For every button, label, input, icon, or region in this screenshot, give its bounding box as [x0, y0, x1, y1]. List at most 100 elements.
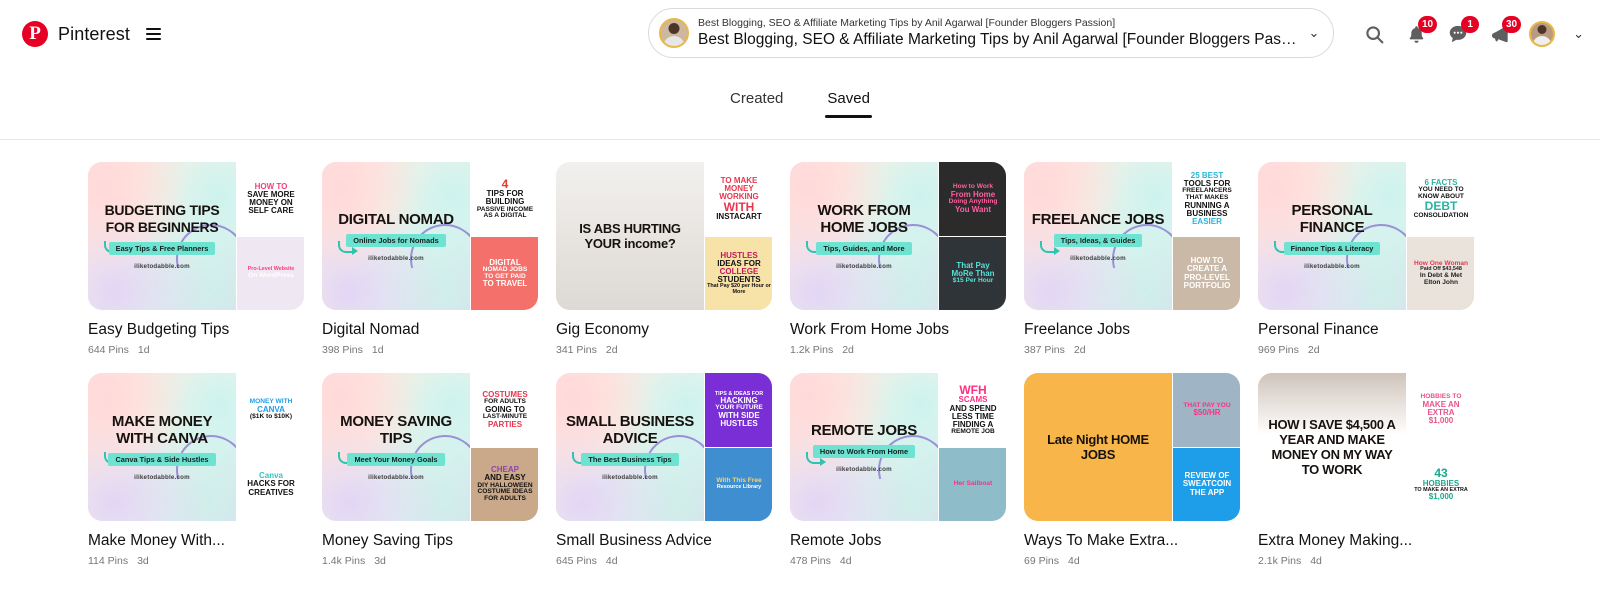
board-title[interactable]: Extra Money Making...	[1258, 532, 1474, 550]
board-title[interactable]: Digital Nomad	[322, 321, 538, 339]
board-meta: 645 Pins4d	[556, 555, 772, 567]
board-title[interactable]: Ways To Make Extra...	[1024, 532, 1240, 550]
thumb-text-line: $1,000	[1429, 417, 1453, 425]
brand-block[interactable]: P Pinterest	[22, 21, 161, 47]
megaphone-badge: 30	[1502, 16, 1521, 33]
board-title[interactable]: Gig Economy	[556, 321, 772, 339]
cover-subhead: Finance Tips & Literacy	[1284, 242, 1381, 255]
pinterest-logo-icon[interactable]: P	[22, 21, 48, 47]
board-title[interactable]: Small Business Advice	[556, 532, 772, 550]
board-cover-main-image: IS ABS HURTING YOUR income?	[556, 162, 704, 310]
board-cover-thumb: HUSTLESIDEAS FORCOLLEGESTUDENTSThat Pay …	[705, 236, 772, 310]
board-pin-count: 398 Pins	[322, 344, 363, 356]
board-cover[interactable]: REMOTE JOBSHow to Work From Homeiliketod…	[790, 373, 1006, 521]
board-title[interactable]: Freelance Jobs	[1024, 321, 1240, 339]
thumb-text-line: Resource Library	[717, 485, 761, 491]
board-cover-thumb: 6 FACTSYOU NEED TOKNOW ABOUTDEBTCONSOLID…	[1407, 162, 1474, 236]
board-meta: 644 Pins1d	[88, 344, 304, 356]
board-cover-thumb: 43HOBBIESTO MAKE AN EXTRA$1,000	[1407, 447, 1474, 521]
board-cover-thumb: REVIEW OFSWEATCOINTHE APP	[1173, 447, 1240, 521]
board-cover[interactable]: PERSONAL FINANCEFinance Tips & Literacyi…	[1258, 162, 1474, 310]
board-updated: 2d	[1074, 344, 1086, 356]
board-card[interactable]: MAKE MONEY WITH CANVACanva Tips & Side H…	[88, 373, 304, 567]
board-card[interactable]: HOW I SAVE $4,500 A YEAR AND MAKE MONEY …	[1258, 373, 1474, 567]
cover-site-label: iliketodabble.com	[836, 263, 892, 270]
board-cover[interactable]: FREELANCE JOBSTips, Ideas, & Guidesilike…	[1024, 162, 1240, 310]
board-card[interactable]: MONEY SAVING TIPSMeet Your Money Goalsil…	[322, 373, 538, 567]
board-card[interactable]: Late Night HOME JOBSTHAT PAY YOU$50/HRRE…	[1024, 373, 1240, 567]
board-cover[interactable]: MAKE MONEY WITH CANVACanva Tips & Side H…	[88, 373, 304, 521]
chevron-down-icon[interactable]: ⌄	[1303, 25, 1325, 41]
board-pin-count: 1.4k Pins	[322, 555, 365, 567]
board-cover[interactable]: IS ABS HURTING YOUR income?TO MAKEMONEYW…	[556, 162, 772, 310]
board-pin-count: 387 Pins	[1024, 344, 1065, 356]
thumb-text-line: PARTIES	[488, 421, 522, 429]
thumb-text-line: INSTACART	[716, 213, 762, 221]
hamburger-icon[interactable]	[146, 28, 161, 41]
board-cover[interactable]: HOW I SAVE $4,500 A YEAR AND MAKE MONEY …	[1258, 373, 1474, 521]
board-card[interactable]: WORK FROM HOME JOBSTips, Guides, and Mor…	[790, 162, 1006, 356]
avatar[interactable]	[1529, 21, 1555, 47]
board-card[interactable]: BUDGETING TIPS FOR BEGINNERSEasy Tips & …	[88, 162, 304, 356]
bell-icon[interactable]: 10	[1403, 21, 1429, 47]
board-cover-thumbs: 6 FACTSYOU NEED TOKNOW ABOUTDEBTCONSOLID…	[1406, 162, 1474, 310]
thumb-text-line: $50/HR	[1193, 409, 1220, 417]
board-cover-main-image: PERSONAL FINANCEFinance Tips & Literacyi…	[1258, 162, 1406, 310]
thumb-text-line: You Want	[955, 206, 991, 214]
search-icon[interactable]	[1361, 21, 1387, 47]
board-card[interactable]: REMOTE JOBSHow to Work From Homeiliketod…	[790, 373, 1006, 567]
board-card[interactable]: IS ABS HURTING YOUR income?TO MAKEMONEYW…	[556, 162, 772, 356]
board-card[interactable]: PERSONAL FINANCEFinance Tips & Literacyi…	[1258, 162, 1474, 356]
board-cover-main-image: MONEY SAVING TIPSMeet Your Money Goalsil…	[322, 373, 470, 521]
board-card[interactable]: DIGITAL NOMADOnline Jobs for Nomadsilike…	[322, 162, 538, 356]
board-cover-thumb: THAT PAY YOU$50/HR	[1173, 373, 1240, 447]
cover-subhead: Meet Your Money Goals	[347, 453, 444, 466]
cover-site-label: iliketodabble.com	[368, 255, 424, 262]
cover-headline: SMALL BUSINESS ADVICE	[556, 413, 704, 447]
board-cover-thumb: With This FreeResource Library	[705, 447, 772, 521]
cover-subhead: How to Work From Home	[813, 445, 915, 458]
board-cover[interactable]: WORK FROM HOME JOBSTips, Guides, and Mor…	[790, 162, 1006, 310]
board-updated: 2d	[842, 344, 854, 356]
cover-headline: HOW I SAVE $4,500 A YEAR AND MAKE MONEY …	[1258, 417, 1406, 477]
board-meta: 2.1k Pins4d	[1258, 555, 1474, 567]
board-pin-count: 478 Pins	[790, 555, 831, 567]
board-cover-main-image: HOW I SAVE $4,500 A YEAR AND MAKE MONEY …	[1258, 373, 1406, 521]
board-cover-thumb: HOW TOCREATE APRO-LEVELPORTFOLIO	[1173, 236, 1240, 310]
board-cover-thumb: COSTUMESFOR ADULTSGOING TOLAST-MINUTEPAR…	[471, 373, 538, 447]
board-title[interactable]: Personal Finance	[1258, 321, 1474, 339]
board-cover[interactable]: BUDGETING TIPS FOR BEGINNERSEasy Tips & …	[88, 162, 304, 310]
board-cover[interactable]: SMALL BUSINESS ADVICEThe Best Business T…	[556, 373, 772, 521]
megaphone-icon[interactable]: 30	[1487, 21, 1513, 47]
board-cover[interactable]: Late Night HOME JOBSTHAT PAY YOU$50/HRRE…	[1024, 373, 1240, 521]
header-actions: 10 1 30 ⌄	[1361, 0, 1586, 68]
tab-saved[interactable]: Saved	[827, 90, 870, 118]
thumb-text-line: DEBT	[1425, 200, 1458, 212]
board-pin-count: 341 Pins	[556, 344, 597, 356]
board-card[interactable]: FREELANCE JOBSTips, Ideas, & Guidesilike…	[1024, 162, 1240, 356]
board-cover-thumb: How One WomanPaid Off $43,548In Debt & M…	[1407, 236, 1474, 310]
board-cover-thumbs: 25 BESTTOOLS FORFREELANCERSTHAT MAKESRUN…	[1172, 162, 1240, 310]
board-title[interactable]: Remote Jobs	[790, 532, 1006, 550]
board-cover-main-image: FREELANCE JOBSTips, Ideas, & Guidesilike…	[1024, 162, 1172, 310]
board-title[interactable]: Easy Budgeting Tips	[88, 321, 304, 339]
chat-bubble-icon[interactable]: 1	[1445, 21, 1471, 47]
board-cover[interactable]: DIGITAL NOMADOnline Jobs for Nomadsilike…	[322, 162, 538, 310]
board-cover-thumb: WFHSCAMSAND SPENDLESS TIMEFINDING AREMOT…	[939, 373, 1006, 447]
board-title[interactable]: Work From Home Jobs	[790, 321, 1006, 339]
thumb-text-line: HUSTLES	[720, 420, 757, 428]
board-cover-thumb: 4TIPS FORBUILDINGPASSIVE INCOMEAS A DIGI…	[471, 162, 538, 236]
board-pin-count: 114 Pins	[88, 555, 128, 567]
board-title[interactable]: Money Saving Tips	[322, 532, 538, 550]
board-cover-thumb: CanvaHACKS FORCREATIVES	[237, 447, 304, 521]
board-meta: 69 Pins4d	[1024, 555, 1240, 567]
board-title[interactable]: Make Money With...	[88, 532, 304, 550]
board-cover-thumbs: COSTUMESFOR ADULTSGOING TOLAST-MINUTEPAR…	[470, 373, 538, 521]
chevron-down-icon[interactable]: ⌄	[1571, 26, 1586, 42]
account-sub-label: Best Blogging, SEO & Affiliate Marketing…	[698, 17, 1303, 30]
board-card[interactable]: SMALL BUSINESS ADVICEThe Best Business T…	[556, 373, 772, 567]
board-cover[interactable]: MONEY SAVING TIPSMeet Your Money Goalsil…	[322, 373, 538, 521]
thumb-text-line: SELF CARE	[248, 207, 293, 215]
account-switcher[interactable]: Best Blogging, SEO & Affiliate Marketing…	[648, 8, 1334, 58]
tab-created[interactable]: Created	[730, 90, 783, 118]
